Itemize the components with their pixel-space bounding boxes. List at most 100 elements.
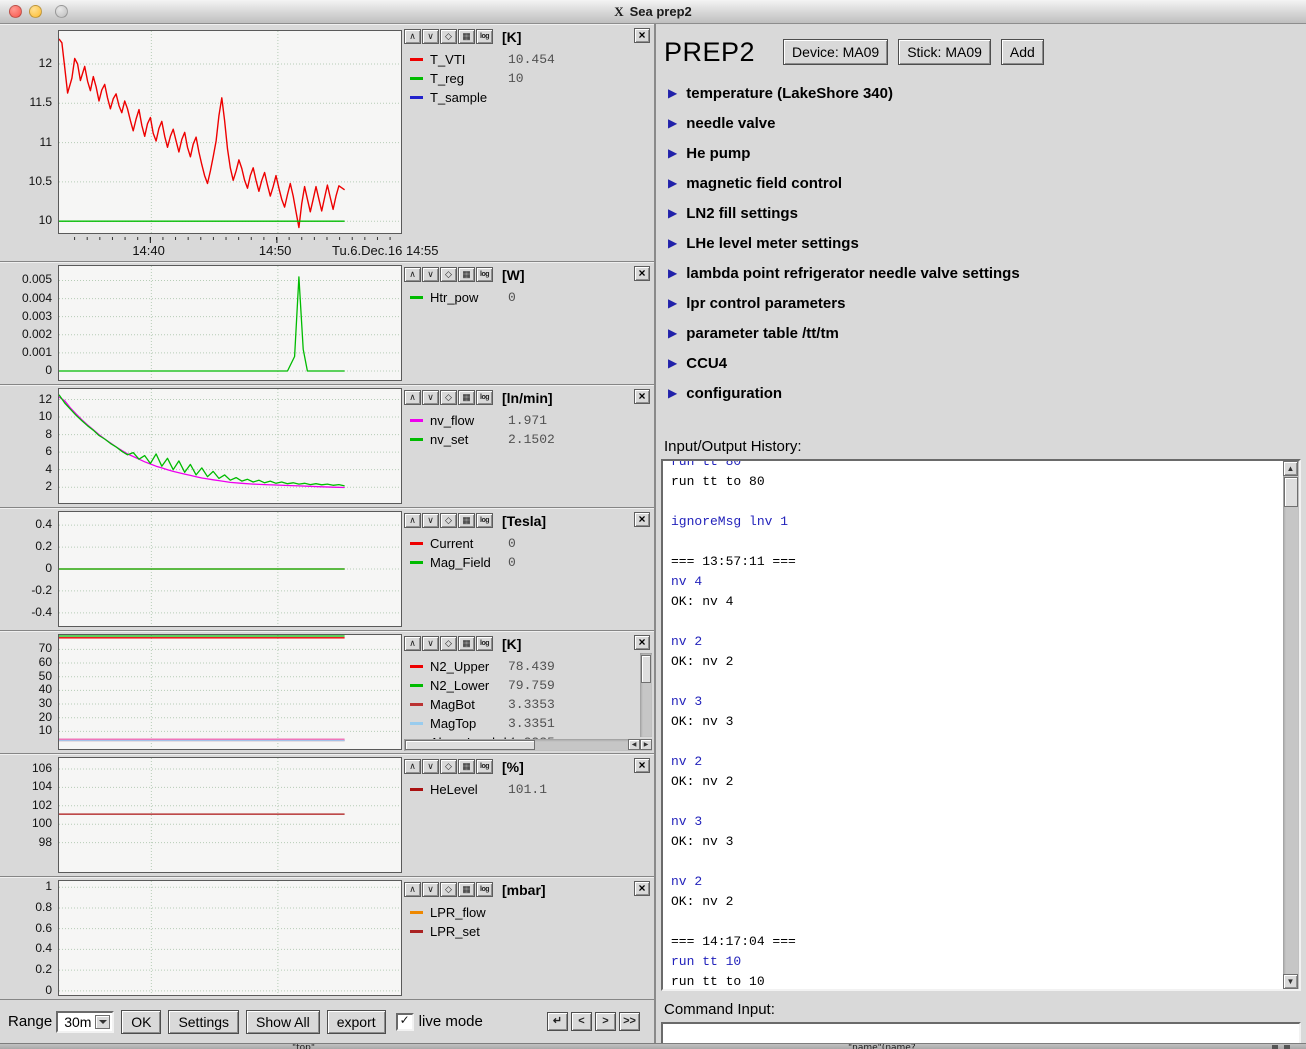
close-graph-button[interactable]: × bbox=[634, 881, 650, 896]
log-scale-button[interactable]: log bbox=[476, 759, 493, 774]
close-graph-button[interactable]: × bbox=[634, 758, 650, 773]
io-history[interactable]: run tt 80run tt to 80 ignoreMsg lnv 1 ==… bbox=[661, 459, 1301, 991]
legend-series-row[interactable]: T_reg10 bbox=[404, 69, 652, 88]
step-forward-button[interactable]: > bbox=[595, 1012, 616, 1031]
plot-area-magnet[interactable] bbox=[58, 511, 402, 627]
zoom-button[interactable]: ◇ bbox=[440, 759, 457, 774]
tree-item[interactable]: ▶temperature (LakeShore 340) bbox=[656, 78, 1306, 108]
legend-series-row[interactable]: N2_Upper78.439 bbox=[404, 657, 652, 676]
close-graph-button[interactable]: × bbox=[634, 635, 650, 650]
scroll-left-icon[interactable]: ◀ bbox=[628, 739, 640, 750]
pan-up-button[interactable]: ∧ bbox=[404, 759, 421, 774]
tree-item[interactable]: ▶lpr control parameters bbox=[656, 288, 1306, 318]
add-button[interactable]: Add bbox=[1001, 39, 1044, 65]
close-graph-button[interactable]: × bbox=[634, 512, 650, 527]
tree-item[interactable]: ▶lambda point refrigerator needle valve … bbox=[656, 258, 1306, 288]
legend-series-row[interactable]: LPR_set bbox=[404, 922, 652, 941]
legend-series-row[interactable]: MagTop3.3351 bbox=[404, 714, 652, 733]
step-back-button[interactable]: < bbox=[571, 1012, 592, 1031]
plot-area-heater-power[interactable] bbox=[58, 265, 402, 381]
tree-item[interactable]: ▶needle valve bbox=[656, 108, 1306, 138]
device-button[interactable]: Device: MA09 bbox=[783, 39, 888, 65]
export-button[interactable]: export bbox=[327, 1010, 386, 1034]
pan-down-button[interactable]: ∨ bbox=[422, 513, 439, 528]
tree-item[interactable]: ▶magnetic field control bbox=[656, 168, 1306, 198]
pan-down-button[interactable]: ∨ bbox=[422, 882, 439, 897]
legend-series-row[interactable]: N2_Lower79.759 bbox=[404, 676, 652, 695]
stick-button[interactable]: Stick: MA09 bbox=[898, 39, 991, 65]
plot-area-he-level[interactable] bbox=[58, 757, 402, 873]
pan-up-button[interactable]: ∧ bbox=[404, 882, 421, 897]
scroll-down-icon[interactable]: ▼ bbox=[1283, 974, 1298, 989]
pan-up-button[interactable]: ∧ bbox=[404, 29, 421, 44]
scroll-up-icon[interactable]: ▲ bbox=[1283, 461, 1298, 476]
pan-down-button[interactable]: ∨ bbox=[422, 390, 439, 405]
log-scale-button[interactable]: log bbox=[476, 29, 493, 44]
zoom-button[interactable]: ◇ bbox=[440, 882, 457, 897]
refresh-button[interactable]: ↵ bbox=[547, 1012, 568, 1031]
show-all-button[interactable]: Show All bbox=[246, 1010, 320, 1034]
ok-button[interactable]: OK bbox=[121, 1010, 161, 1034]
legend-series-row[interactable]: Current0 bbox=[404, 534, 652, 553]
tree-item[interactable]: ▶configuration bbox=[656, 378, 1306, 408]
grid-button[interactable]: ▦ bbox=[458, 882, 475, 897]
zoom-button[interactable]: ◇ bbox=[440, 267, 457, 282]
legend-series-row[interactable]: nv_set2.1502 bbox=[404, 430, 652, 449]
grid-button[interactable]: ▦ bbox=[458, 513, 475, 528]
log-scale-button[interactable]: log bbox=[476, 390, 493, 405]
range-select[interactable]: 30m bbox=[56, 1011, 114, 1033]
grid-button[interactable]: ▦ bbox=[458, 390, 475, 405]
scrollbar-thumb[interactable] bbox=[1284, 477, 1298, 507]
pan-up-button[interactable]: ∧ bbox=[404, 390, 421, 405]
plot-area-lpr[interactable] bbox=[58, 880, 402, 996]
tree-item[interactable]: ▶LN2 fill settings bbox=[656, 198, 1306, 228]
pan-down-button[interactable]: ∨ bbox=[422, 636, 439, 651]
legend-series-row[interactable]: HeLevel101.1 bbox=[404, 780, 652, 799]
plot-area-cryo-temps[interactable] bbox=[58, 634, 402, 750]
grid-button[interactable]: ▦ bbox=[458, 29, 475, 44]
pan-up-button[interactable]: ∧ bbox=[404, 513, 421, 528]
pan-up-button[interactable]: ∧ bbox=[404, 636, 421, 651]
legend-series-row[interactable]: Htr_pow0 bbox=[404, 288, 652, 307]
plot-area-needle-valve[interactable] bbox=[58, 388, 402, 504]
legend-series-row[interactable]: LPR_flow bbox=[404, 903, 652, 922]
pan-down-button[interactable]: ∨ bbox=[422, 759, 439, 774]
settings-button[interactable]: Settings bbox=[168, 1010, 239, 1034]
close-graph-button[interactable]: × bbox=[634, 266, 650, 281]
legend-series-row[interactable]: MagBot3.3353 bbox=[404, 695, 652, 714]
close-graph-button[interactable]: × bbox=[634, 389, 650, 404]
y-tick-label: 0.002 bbox=[0, 327, 52, 341]
plot-area-temperature[interactable] bbox=[58, 30, 402, 234]
legend-series-row[interactable]: nv_flow1.971 bbox=[404, 411, 652, 430]
zoom-button[interactable]: ◇ bbox=[440, 390, 457, 405]
legend-series-row[interactable]: Mag_Field0 bbox=[404, 553, 652, 572]
grid-button[interactable]: ▦ bbox=[458, 759, 475, 774]
history-scrollbar[interactable]: ▲ ▼ bbox=[1283, 461, 1299, 989]
tree-item[interactable]: ▶LHe level meter settings bbox=[656, 228, 1306, 258]
log-scale-button[interactable]: log bbox=[476, 882, 493, 897]
skip-end-button[interactable]: >> bbox=[619, 1012, 640, 1031]
legend-series-row[interactable]: T_VTI10.454 bbox=[404, 50, 652, 69]
log-scale-button[interactable]: log bbox=[476, 267, 493, 282]
log-scale-button[interactable]: log bbox=[476, 513, 493, 528]
scrollbar-thumb[interactable] bbox=[641, 655, 651, 683]
legend-hscrollbar[interactable]: ◀▶ bbox=[404, 739, 652, 751]
zoom-button[interactable]: ◇ bbox=[440, 29, 457, 44]
tree-item[interactable]: ▶CCU4 bbox=[656, 348, 1306, 378]
grid-button[interactable]: ▦ bbox=[458, 267, 475, 282]
pan-up-button[interactable]: ∧ bbox=[404, 267, 421, 282]
tree-item[interactable]: ▶He pump bbox=[656, 138, 1306, 168]
tree-item[interactable]: ▶parameter table /tt/tm bbox=[656, 318, 1306, 348]
log-scale-button[interactable]: log bbox=[476, 636, 493, 651]
close-graph-button[interactable]: × bbox=[634, 28, 650, 43]
scrollbar-thumb[interactable] bbox=[405, 740, 535, 750]
legend-vscrollbar[interactable] bbox=[640, 653, 652, 737]
zoom-button[interactable]: ◇ bbox=[440, 513, 457, 528]
legend-series-row[interactable]: T_sample bbox=[404, 88, 652, 107]
scroll-right-icon[interactable]: ▶ bbox=[640, 739, 652, 750]
pan-down-button[interactable]: ∨ bbox=[422, 267, 439, 282]
pan-down-button[interactable]: ∨ bbox=[422, 29, 439, 44]
zoom-button[interactable]: ◇ bbox=[440, 636, 457, 651]
grid-button[interactable]: ▦ bbox=[458, 636, 475, 651]
live-mode-checkbox[interactable]: ✓ bbox=[396, 1013, 414, 1031]
